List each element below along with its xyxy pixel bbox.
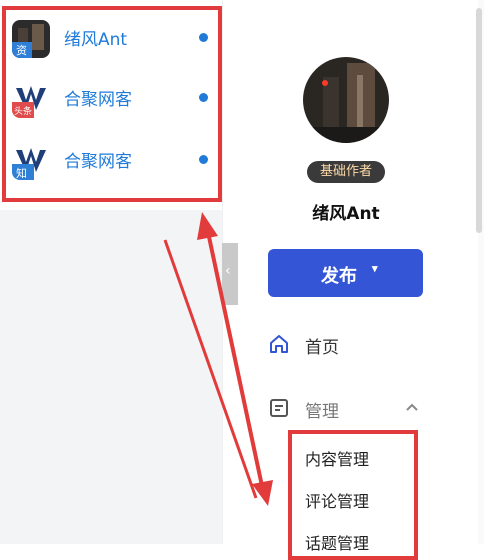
collapse-sidebar-button[interactable]: ‹ (222, 243, 238, 305)
publish-button-label: 发布 (321, 266, 357, 286)
account-avatar: 头条 (12, 80, 50, 118)
account-item-3[interactable]: 知 合聚网客 (8, 138, 208, 182)
account-avatar: 知 (12, 142, 50, 180)
account-avatar: 资 (12, 20, 50, 58)
submenu-item-content[interactable]: 内容管理 (305, 446, 369, 470)
account-name: 合聚网客 (64, 152, 132, 172)
nav-item-label: 首页 (305, 338, 339, 358)
active-dot-icon (199, 33, 208, 42)
platform-badge-text: 知 (16, 167, 27, 180)
nav-item-manage[interactable]: 管理 (268, 392, 428, 426)
account-item-1[interactable]: 资 绪风Ant (8, 16, 208, 60)
account-name: 合聚网客 (64, 90, 132, 110)
caret-down-icon: ▾ (372, 263, 378, 275)
chevron-up-icon (404, 400, 420, 416)
nav-item-label: 管理 (305, 402, 339, 422)
author-role-badge: 基础作者 (307, 161, 385, 183)
submenu-item-topics[interactable]: 话题管理 (305, 530, 369, 554)
chevron-left-icon: ‹ (225, 263, 231, 279)
active-dot-icon (199, 93, 208, 102)
platform-badge-text: 资 (16, 44, 27, 57)
author-avatar[interactable] (303, 57, 389, 143)
author-name: 绪风Ant (312, 204, 380, 224)
platform-badge-text: 头条 (14, 107, 33, 117)
account-name: 绪风Ant (64, 30, 128, 50)
home-icon (268, 333, 290, 355)
submenu-item-comments[interactable]: 评论管理 (305, 488, 369, 512)
document-icon (268, 397, 290, 419)
nav-item-home[interactable]: 首页 (268, 328, 428, 362)
publish-button[interactable]: 发布 ▾ (268, 249, 423, 297)
account-item-2[interactable]: 头条 合聚网客 (8, 76, 208, 120)
scrollbar-thumb[interactable] (476, 8, 482, 233)
active-dot-icon (199, 155, 208, 164)
